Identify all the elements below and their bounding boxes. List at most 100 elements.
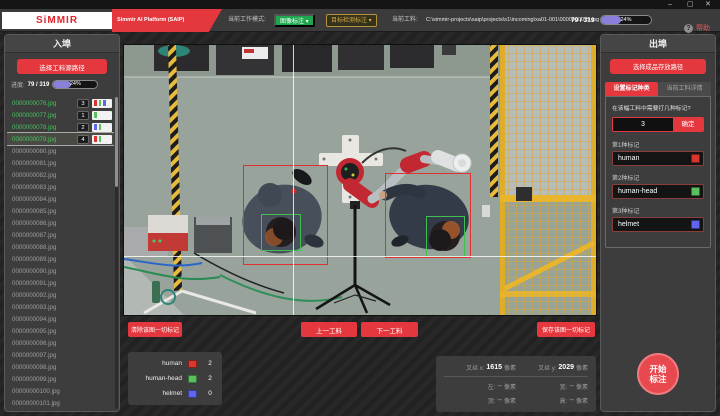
file-name: 0000000082.jpg bbox=[12, 172, 112, 179]
file-name: 0000000089.jpg bbox=[12, 256, 112, 263]
save-marks-button[interactable]: 保存该图一切标记 bbox=[537, 322, 595, 337]
file-list-item[interactable]: 0000000090.jpg bbox=[7, 265, 114, 277]
file-name: 0000000098.jpg bbox=[12, 364, 112, 371]
file-list-item[interactable]: 0000000078.jpg2 bbox=[7, 121, 114, 133]
progress-counter: 79 / 319 bbox=[28, 82, 50, 88]
file-list-item[interactable]: 0000000088.jpg bbox=[7, 241, 114, 253]
cross-x-value: 1615 bbox=[486, 364, 502, 371]
clear-marks-button[interactable]: 清除该图一切标记 bbox=[128, 322, 182, 337]
legend-row: human2 bbox=[134, 356, 216, 371]
file-list-item[interactable]: 0000000096.jpg bbox=[7, 337, 114, 349]
annotation-color-chip bbox=[92, 123, 112, 132]
mark-type-input[interactable]: human bbox=[612, 151, 704, 166]
mark-type-input[interactable]: helmet bbox=[612, 217, 704, 232]
box-height-label: 高: bbox=[560, 396, 568, 405]
file-list-item[interactable]: 0000000089.jpg bbox=[7, 253, 114, 265]
file-list-item[interactable]: 0000000094.jpg bbox=[7, 313, 114, 325]
mark-type-label: 第1种标记 bbox=[612, 140, 704, 149]
bounding-box-human-head[interactable] bbox=[426, 216, 465, 257]
file-list-item[interactable]: 0000000086.jpg bbox=[7, 217, 114, 229]
file-name: 0000000085.jpg bbox=[12, 208, 112, 215]
help-label: 帮助 bbox=[696, 23, 710, 33]
logo: SiMMIR bbox=[2, 12, 112, 29]
prev-file-button[interactable]: 上一工料 bbox=[301, 322, 357, 337]
minimize-icon[interactable]: – bbox=[668, 0, 672, 9]
cross-y-value: 2029 bbox=[558, 364, 574, 371]
bounding-box-human-head[interactable] bbox=[261, 214, 302, 252]
maximize-icon[interactable]: ▢ bbox=[687, 0, 694, 9]
legend-label: helmet bbox=[134, 390, 182, 397]
select-output-path-button[interactable]: 选择成品存放路径 bbox=[610, 59, 706, 74]
next-file-button[interactable]: 下一工料 bbox=[361, 322, 418, 337]
mode-image-dropdown[interactable]: 图像标注 ▾ bbox=[274, 14, 315, 27]
select-source-path-button[interactable]: 选择工料源路径 bbox=[17, 59, 107, 74]
file-name: 0000000084.jpg bbox=[12, 196, 112, 203]
inbound-progress-bar: 24% bbox=[52, 80, 98, 89]
file-name: 0000000077.jpg bbox=[12, 112, 77, 119]
annotation-count-badge: 2 bbox=[77, 123, 89, 132]
current-file-label: 当前工料: bbox=[392, 9, 418, 32]
file-name: 0000000080.jpg bbox=[12, 148, 112, 155]
file-list-item[interactable]: 0000000084.jpg bbox=[7, 193, 114, 205]
file-list-item[interactable]: 00000000100.jpg bbox=[7, 385, 114, 397]
box-top-value: -- bbox=[497, 397, 502, 404]
file-list-scrollbar[interactable] bbox=[115, 97, 118, 409]
mark-color-chip[interactable] bbox=[691, 154, 700, 163]
file-list-item[interactable]: 0000000080.jpg bbox=[7, 145, 114, 157]
file-list-item[interactable]: 0000000079.jpg4 bbox=[7, 133, 114, 145]
mark-type-label: 第3种标记 bbox=[612, 206, 704, 215]
file-name: 0000000086.jpg bbox=[12, 220, 112, 227]
unit-px: 像素 bbox=[576, 382, 588, 391]
app-window: – ▢ ✕ SiMMIR Simmir AI Platform (SAIP) 当… bbox=[0, 0, 720, 416]
file-list-item[interactable]: 0000000082.jpg bbox=[7, 169, 114, 181]
file-name: 0000000091.jpg bbox=[12, 280, 112, 287]
mark-count-input[interactable]: 3 bbox=[613, 118, 673, 131]
annotation-count-badge: 3 bbox=[77, 99, 89, 108]
help-button[interactable]: ? 帮助 bbox=[684, 23, 710, 33]
file-list-item[interactable]: 0000000098.jpg bbox=[7, 361, 114, 373]
mark-type-value: human-head bbox=[618, 188, 691, 195]
annotation-count-badge: 1 bbox=[77, 111, 89, 120]
start-btn-line2: 标注 bbox=[639, 374, 677, 384]
file-list-item[interactable]: 0000000091.jpg bbox=[7, 277, 114, 289]
inbound-title: 入埠 bbox=[5, 35, 119, 53]
inbound-progress-pct: 24% bbox=[53, 81, 97, 88]
close-icon[interactable]: ✕ bbox=[705, 0, 711, 9]
cross-x-label: 叉丝 x: bbox=[466, 363, 484, 372]
mode-detect-dropdown[interactable]: 目标检测标注 ▾ bbox=[326, 14, 377, 27]
file-list-item[interactable]: 0000000076.jpg3 bbox=[7, 97, 114, 109]
inbound-progress: 进度: 79 / 319 24% bbox=[11, 80, 115, 89]
confirm-button[interactable]: 确定 bbox=[673, 118, 703, 131]
file-list-item[interactable]: 0000000099.jpg bbox=[7, 373, 114, 385]
mark-color-chip[interactable] bbox=[691, 187, 700, 196]
app-title-banner: Simmir AI Platform (SAIP) bbox=[112, 9, 222, 32]
file-list-item[interactable]: 0000000095.jpg bbox=[7, 325, 114, 337]
app-header: SiMMIR Simmir AI Platform (SAIP) 当前工作模式:… bbox=[0, 9, 720, 32]
mark-type-input[interactable]: human-head bbox=[612, 184, 704, 199]
file-list-item[interactable]: 0000000097.jpg bbox=[7, 349, 114, 361]
tab-current-file-detail[interactable]: 当前工料详情 bbox=[658, 82, 711, 96]
annotation-canvas[interactable] bbox=[124, 45, 596, 315]
scrollbar-thumb[interactable] bbox=[115, 97, 118, 187]
file-list-item[interactable]: 00000000101.jpg bbox=[7, 397, 114, 409]
file-list-item[interactable]: 0000000085.jpg bbox=[7, 205, 114, 217]
legend-color-chip bbox=[188, 360, 197, 368]
file-list-item[interactable]: 0000000083.jpg bbox=[7, 181, 114, 193]
legend-count: 2 bbox=[204, 360, 216, 367]
file-list-item[interactable]: 0000000081.jpg bbox=[7, 157, 114, 169]
outbound-tabs: 设置标记种类 当前工料详情 bbox=[605, 82, 711, 96]
mark-type-value: helmet bbox=[618, 221, 691, 228]
file-list-item[interactable]: 0000000093.jpg bbox=[7, 301, 114, 313]
file-list-item[interactable]: 0000000092.jpg bbox=[7, 289, 114, 301]
os-titlebar: – ▢ ✕ bbox=[0, 0, 720, 9]
file-list-item[interactable]: 0000000077.jpg1 bbox=[7, 109, 114, 121]
tab-set-mark-types[interactable]: 设置标记种类 bbox=[605, 82, 658, 96]
header-counter: 79 / 319 bbox=[571, 9, 595, 32]
photo-scene bbox=[124, 45, 596, 315]
legend-count: 0 bbox=[204, 390, 216, 397]
file-list-item[interactable]: 0000000087.jpg bbox=[7, 229, 114, 241]
start-annotation-button[interactable]: 开始 标注 bbox=[637, 353, 679, 395]
mark-color-chip[interactable] bbox=[691, 220, 700, 229]
mark-type-value: human bbox=[618, 155, 691, 162]
mark-type-label: 第2种标记 bbox=[612, 173, 704, 182]
